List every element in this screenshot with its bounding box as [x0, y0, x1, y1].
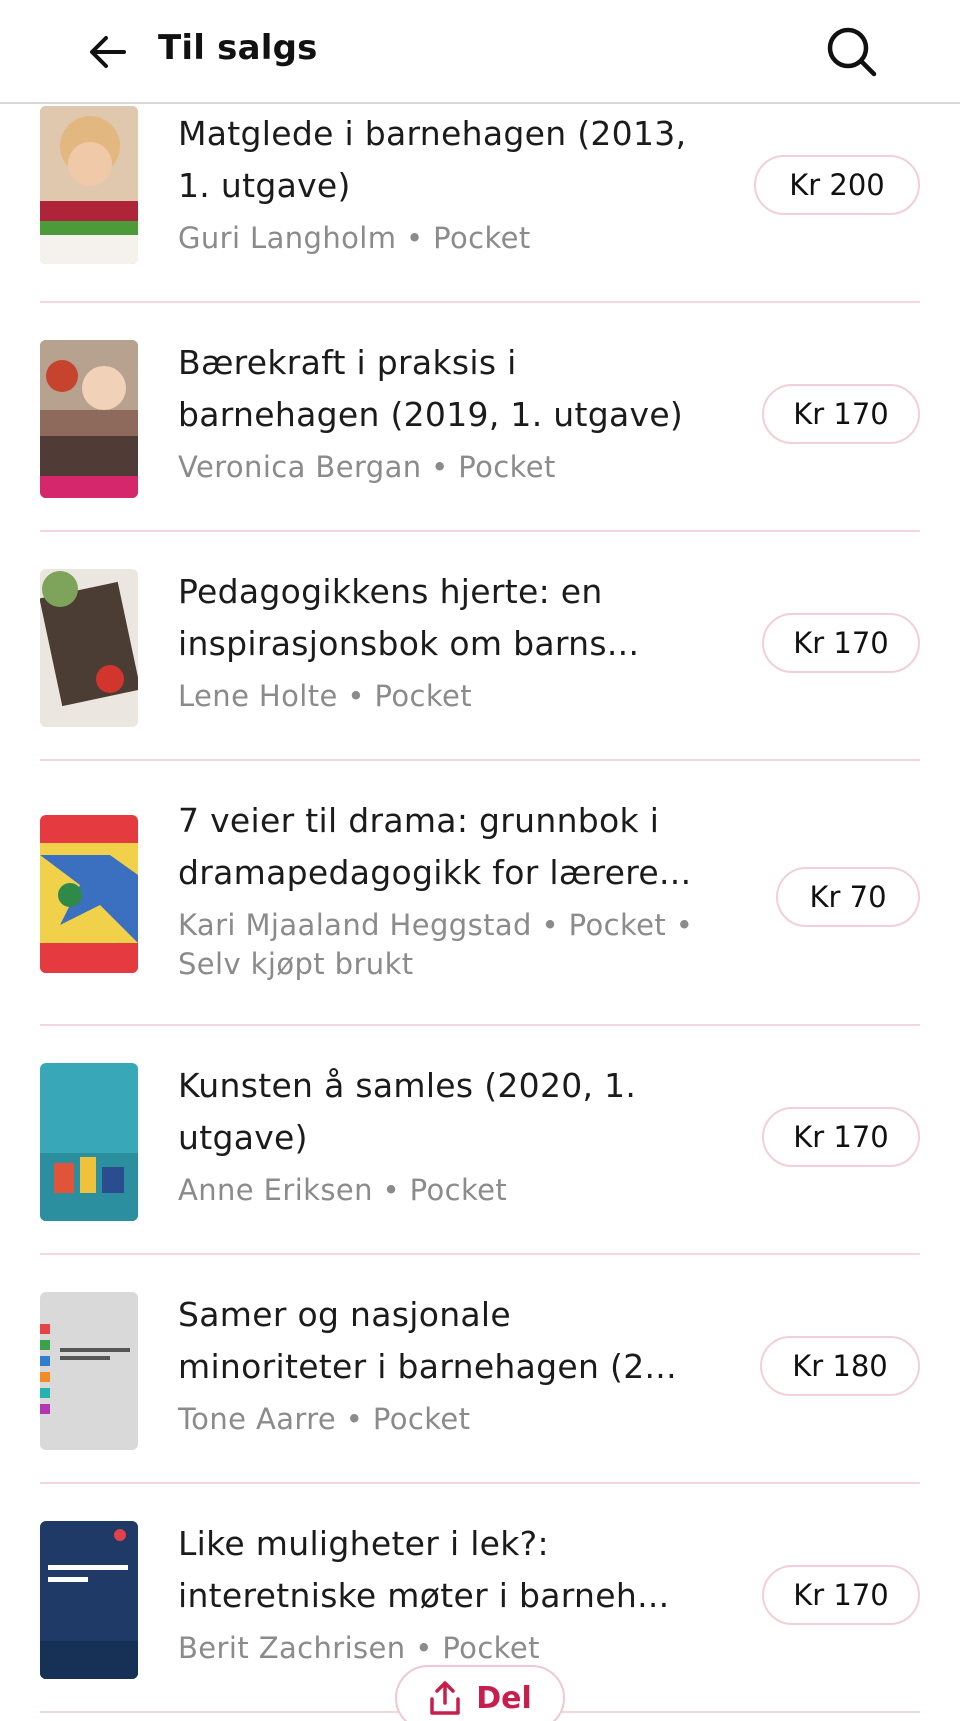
item-subtitle: Lene Holte • Pocket — [178, 679, 473, 713]
back-button[interactable] — [80, 24, 136, 80]
item-title-line2: interetniske møter i barneh... — [178, 1576, 670, 1615]
book-cover — [40, 1521, 138, 1679]
list-item[interactable]: Kunsten å samles (2020, 1. utgave) Anne … — [40, 1026, 920, 1255]
book-cover — [40, 340, 138, 498]
price-badge[interactable]: Kr 70 — [776, 867, 920, 927]
book-cover — [40, 1292, 138, 1450]
item-title-line1: 7 veier til drama: grunnbok i — [178, 801, 660, 840]
list-item[interactable]: Samer og nasjonale minoriteter i barneha… — [40, 1255, 920, 1484]
book-cover — [40, 106, 138, 264]
list-item[interactable]: Matglede i barnehagen (2013, 1. utgave) … — [40, 96, 920, 303]
item-title-line2: minoriteter i barnehagen (2... — [178, 1347, 677, 1386]
list-item[interactable]: 7 veier til drama: grunnbok i dramapedag… — [40, 761, 920, 1026]
item-subtitle-line2: Selv kjøpt brukt — [178, 947, 414, 981]
price-badge[interactable]: Kr 170 — [762, 384, 920, 444]
list-item[interactable]: Bærekraft i praksis i barnehagen (2019, … — [40, 303, 920, 532]
price-badge[interactable]: Kr 170 — [762, 1107, 920, 1167]
share-button[interactable]: Del — [395, 1665, 565, 1721]
price-badge[interactable]: Kr 170 — [762, 1565, 920, 1625]
top-app-bar: Til salgs — [0, 0, 960, 104]
item-title-line1: Samer og nasjonale — [178, 1295, 511, 1334]
item-title-line1: Bærekraft i praksis i — [178, 343, 517, 382]
price-badge[interactable]: Kr 200 — [754, 155, 920, 215]
item-title-line1: Pedagogikkens hjerte: en — [178, 572, 603, 611]
share-upload-icon — [430, 1681, 460, 1715]
book-cover — [40, 815, 138, 973]
search-icon — [827, 27, 877, 77]
price-badge[interactable]: Kr 170 — [762, 613, 920, 673]
item-title-line2: utgave) — [178, 1118, 308, 1157]
item-subtitle: Anne Eriksen • Pocket — [178, 1173, 508, 1207]
app-screen: Til salgs Matglede i barnehagen (2013, 1… — [0, 0, 960, 1721]
item-title-line1: Kunsten å samles (2020, 1. — [178, 1066, 637, 1105]
item-subtitle: Veronica Bergan • Pocket — [178, 450, 556, 484]
share-label: Del — [476, 1680, 532, 1716]
book-cover — [40, 1063, 138, 1221]
item-subtitle: Tone Aarre • Pocket — [178, 1402, 471, 1436]
price-badge[interactable]: Kr 180 — [760, 1336, 920, 1396]
item-subtitle-line1: Kari Mjaaland Heggstad • Pocket • — [178, 908, 694, 942]
list-item[interactable]: Pedagogikkens hjerte: en inspirasjonsbok… — [40, 532, 920, 761]
item-subtitle: Guri Langholm • Pocket — [178, 221, 531, 255]
item-title-line2: 1. utgave) — [178, 166, 351, 205]
item-title-line1: Like muligheter i lek?: — [178, 1524, 549, 1563]
item-subtitle: Berit Zachrisen • Pocket — [178, 1631, 540, 1665]
item-title-line1: Matglede i barnehagen (2013, — [178, 114, 687, 153]
arrow-left-icon — [90, 36, 126, 68]
item-title-line2: dramapedagogikk for lærere... — [178, 853, 692, 892]
page-title: Til salgs — [158, 28, 318, 68]
search-button[interactable] — [820, 20, 884, 84]
item-title-line2: barnehagen (2019, 1. utgave) — [178, 395, 684, 434]
item-title-line2: inspirasjonsbok om barns... — [178, 624, 640, 663]
book-cover — [40, 569, 138, 727]
